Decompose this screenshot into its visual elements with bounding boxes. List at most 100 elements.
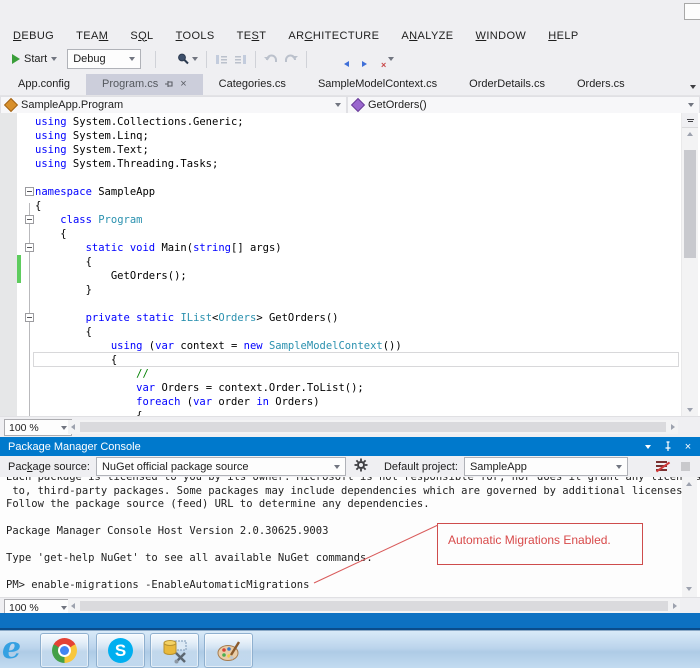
uncomment-lines-button[interactable] bbox=[231, 51, 250, 68]
code-line[interactable]: using System.Threading.Tasks; bbox=[35, 157, 402, 171]
collapse-region-icon[interactable] bbox=[25, 187, 34, 196]
package-source-settings-button[interactable] bbox=[354, 458, 368, 475]
zoom-value: 100 % bbox=[9, 601, 39, 614]
code-line[interactable]: var Orders = context.Order.ToList(); bbox=[35, 381, 402, 395]
code-line[interactable] bbox=[35, 171, 402, 185]
split-window-handle[interactable] bbox=[682, 113, 698, 128]
menu-item-architecture[interactable]: ARCHITECTURE bbox=[277, 27, 390, 45]
console-vertical-scrollbar[interactable] bbox=[682, 477, 697, 597]
code-lines[interactable]: using System.Collections.Generic; using S… bbox=[35, 115, 402, 416]
default-project-combo[interactable]: SampleApp bbox=[463, 457, 628, 476]
close-tab-icon[interactable]: × bbox=[180, 78, 186, 89]
solution-configuration-combo[interactable]: Debug bbox=[67, 49, 142, 69]
tab-app-config[interactable]: App.config bbox=[2, 74, 86, 95]
code-line[interactable]: { bbox=[35, 409, 402, 416]
code-line[interactable]: namespace SampleApp bbox=[35, 185, 402, 199]
editor-horizontal-scrollbar[interactable] bbox=[68, 420, 678, 434]
console-horizontal-scrollbar[interactable] bbox=[68, 599, 680, 613]
stop-button[interactable] bbox=[680, 462, 690, 471]
quick-launch-search-partial[interactable] bbox=[684, 3, 700, 20]
tab-list-chevron-icon[interactable] bbox=[690, 85, 696, 89]
bookmark-clear-button[interactable]: × bbox=[366, 52, 386, 70]
scroll-right-icon[interactable] bbox=[673, 603, 677, 609]
scrollbar-thumb[interactable] bbox=[80, 422, 666, 432]
tab-orderdetails-cs[interactable]: OrderDetails.cs bbox=[453, 74, 561, 95]
editor-vertical-scrollbar[interactable] bbox=[681, 113, 698, 416]
collapse-region-icon[interactable] bbox=[25, 215, 34, 224]
menu-item-debug[interactable]: DEBUG bbox=[2, 27, 65, 45]
scroll-right-icon[interactable] bbox=[671, 424, 675, 430]
package-source-combo[interactable]: NuGet official package source bbox=[95, 457, 346, 476]
scroll-up-icon[interactable] bbox=[687, 132, 693, 136]
code-line[interactable]: GetOrders(); bbox=[35, 269, 402, 283]
package-manager-console-titlebar[interactable]: Package Manager Console × bbox=[0, 437, 700, 456]
close-icon: × bbox=[684, 440, 692, 453]
taskbar-button-paint[interactable] bbox=[204, 633, 253, 668]
taskbar-button-chrome[interactable] bbox=[40, 633, 89, 668]
code-line[interactable]: static void Main(string[] args) bbox=[35, 241, 402, 255]
code-line[interactable]: foreach (var order in Orders) bbox=[35, 395, 402, 409]
start-debug-button[interactable]: Start bbox=[8, 51, 61, 67]
scroll-up-icon[interactable] bbox=[686, 482, 692, 486]
bookmark-next-button[interactable] bbox=[348, 52, 368, 67]
code-line[interactable]: private static IList<Orders> GetOrders() bbox=[35, 311, 402, 325]
code-line[interactable]: class Program bbox=[35, 213, 402, 227]
type-dropdown[interactable]: SampleApp.Program bbox=[0, 96, 347, 114]
menu-item-sql[interactable]: SQL bbox=[119, 27, 164, 45]
taskbar-button-skype[interactable]: S bbox=[96, 633, 145, 668]
console-output[interactable]: Each package is licensed to you by its o… bbox=[0, 477, 700, 597]
code-line[interactable]: } bbox=[35, 283, 402, 297]
tab-program-cs[interactable]: Program.cs × bbox=[85, 74, 203, 95]
comment-lines-button[interactable] bbox=[212, 51, 231, 68]
collapse-region-icon[interactable] bbox=[25, 313, 34, 322]
tab-orders-cs[interactable]: Orders.cs bbox=[561, 74, 641, 95]
menu-item-analyze[interactable]: ANALYZE bbox=[390, 27, 464, 45]
code-line[interactable]: using System.Text; bbox=[35, 143, 402, 157]
annotation-text: Automatic Migrations Enabled. bbox=[448, 533, 611, 547]
start-dropdown-icon[interactable] bbox=[51, 57, 58, 61]
pin-icon[interactable] bbox=[164, 79, 174, 89]
code-line[interactable]: { bbox=[35, 353, 402, 367]
editor-zoom-combo[interactable]: 100 % bbox=[4, 419, 72, 436]
breakpoint-margin[interactable] bbox=[0, 113, 17, 416]
undo-button[interactable] bbox=[261, 51, 281, 68]
taskbar-button-sql-data-tools[interactable] bbox=[150, 633, 199, 668]
scroll-down-icon[interactable] bbox=[687, 408, 693, 412]
scrollbar-thumb[interactable] bbox=[684, 150, 696, 258]
scroll-down-icon[interactable] bbox=[686, 587, 692, 591]
code-line[interactable] bbox=[35, 297, 402, 311]
close-button[interactable]: × bbox=[680, 439, 696, 454]
bookmark-toggle-button[interactable] bbox=[312, 52, 330, 67]
clear-console-button[interactable] bbox=[655, 460, 671, 473]
code-line[interactable]: { bbox=[35, 227, 402, 241]
tab-categories-cs[interactable]: Categories.cs bbox=[203, 74, 302, 95]
menu-item-test[interactable]: TEST bbox=[226, 27, 278, 45]
bookmark-previous-button[interactable] bbox=[330, 52, 350, 67]
toolbar-separator bbox=[155, 50, 157, 68]
redo-button[interactable] bbox=[281, 51, 301, 68]
code-line[interactable]: using System.Collections.Generic; bbox=[35, 115, 402, 129]
menu-item-window[interactable]: WINDOW bbox=[465, 27, 538, 45]
collapse-region-icon[interactable] bbox=[25, 243, 34, 252]
search-button[interactable] bbox=[173, 50, 201, 68]
tab-samplemodelcontext-cs[interactable]: SampleModelContext.cs bbox=[302, 74, 453, 95]
scroll-left-icon[interactable] bbox=[71, 424, 75, 430]
menu-item-tools[interactable]: TOOLS bbox=[165, 27, 226, 45]
code-editor[interactable]: using System.Collections.Generic; using S… bbox=[0, 113, 700, 416]
code-line[interactable]: using System.Linq; bbox=[35, 129, 402, 143]
code-line[interactable]: // bbox=[35, 367, 402, 381]
code-line[interactable]: { bbox=[35, 255, 402, 269]
code-line[interactable]: { bbox=[35, 325, 402, 339]
scroll-left-icon[interactable] bbox=[71, 603, 75, 609]
code-line[interactable]: using (var context = new SampleModelCont… bbox=[35, 339, 402, 353]
member-dropdown[interactable]: GetOrders() bbox=[347, 96, 700, 114]
toolbar-options-chevron[interactable] bbox=[388, 57, 395, 61]
window-position-button[interactable] bbox=[640, 439, 656, 454]
code-line[interactable]: { bbox=[35, 199, 402, 213]
menu-item-team[interactable]: TEAM bbox=[65, 27, 119, 45]
start-label: Start bbox=[24, 53, 48, 65]
pin-button[interactable] bbox=[660, 439, 676, 454]
menu-item-help[interactable]: HELP bbox=[537, 27, 589, 45]
internet-explorer-icon[interactable]: e bbox=[2, 632, 21, 666]
scrollbar-thumb[interactable] bbox=[80, 601, 668, 611]
